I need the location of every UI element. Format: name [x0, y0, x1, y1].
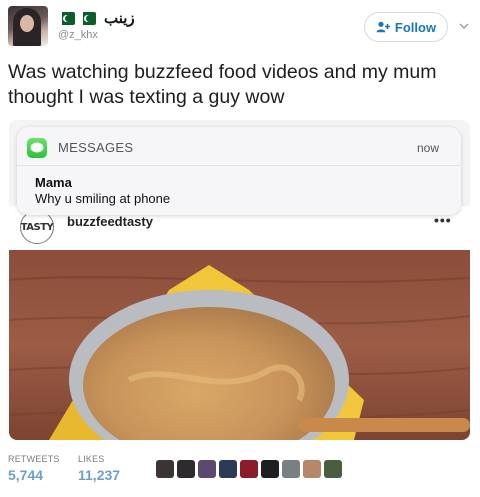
- user-handle[interactable]: @z_khx: [58, 29, 135, 41]
- avatar[interactable]: [8, 6, 48, 46]
- follow-label: Follow: [394, 19, 437, 35]
- liker-avatar[interactable]: [219, 460, 237, 478]
- notification-body: Why u smiling at phone: [35, 191, 171, 206]
- tweet-text: Was watching buzzfeed food videos and my…: [8, 61, 437, 108]
- add-user-icon: [376, 21, 390, 33]
- tweet-stats: RETWEETS 5,744 LIKES 11,237: [0, 448, 480, 497]
- retweets-label: RETWEETS: [8, 454, 60, 464]
- food-video-image: [9, 250, 470, 440]
- liker-avatars: [156, 460, 342, 478]
- avatar-face: [20, 15, 34, 32]
- retweets-stat[interactable]: RETWEETS 5,744: [8, 454, 60, 483]
- liker-avatar[interactable]: [261, 460, 279, 478]
- liker-avatar[interactable]: [177, 460, 195, 478]
- liker-avatar[interactable]: [198, 460, 216, 478]
- tasty-logo: TASTY: [20, 210, 54, 244]
- chevron-down-icon[interactable]: [458, 20, 470, 32]
- user-names: زینب @z_khx: [58, 8, 135, 41]
- likes-count: 11,237: [78, 467, 121, 483]
- likes-label: LIKES: [78, 454, 105, 464]
- liker-avatar[interactable]: [156, 460, 174, 478]
- notification-time: now: [417, 141, 440, 155]
- follow-button[interactable]: Follow: [364, 12, 448, 42]
- liker-avatar[interactable]: [324, 460, 342, 478]
- liker-avatar[interactable]: [303, 460, 321, 478]
- message-notification[interactable]: MESSAGES now Mama Why u smiling at phone: [17, 127, 461, 215]
- display-name-row[interactable]: زینب: [58, 8, 135, 28]
- display-name: زینب: [104, 10, 135, 27]
- messages-bubble-icon: [27, 138, 47, 158]
- notification-app-name: MESSAGES: [58, 140, 134, 155]
- post-account-name: buzzfeedtasty: [67, 214, 153, 229]
- retweets-count: 5,744: [8, 467, 44, 483]
- liker-avatar[interactable]: [282, 460, 300, 478]
- liker-avatar[interactable]: [240, 460, 258, 478]
- notification-header: MESSAGES now: [17, 127, 461, 166]
- tweet-header: زینب @z_khx Follow: [0, 0, 480, 56]
- notification-sender: Mama: [35, 175, 72, 190]
- pakistan-flag-icon: [58, 11, 75, 25]
- pakistan-flag-icon: [79, 11, 96, 25]
- likes-stat[interactable]: LIKES 11,237: [78, 454, 120, 483]
